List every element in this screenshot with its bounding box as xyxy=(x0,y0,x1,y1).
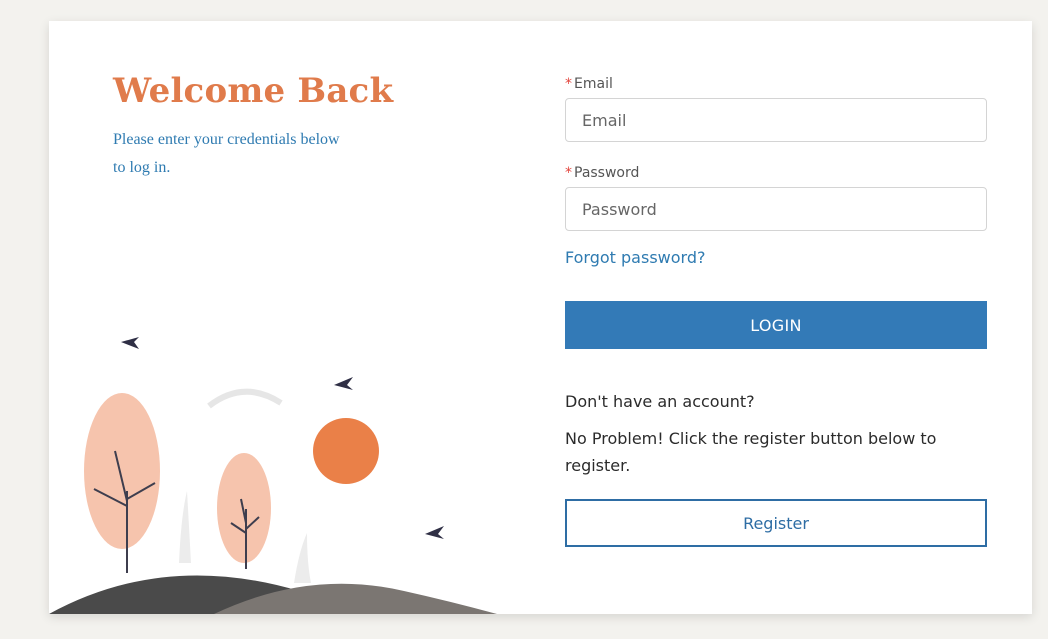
email-label-text: Email xyxy=(574,76,613,92)
forgot-password-link[interactable]: Forgot password? xyxy=(565,248,705,267)
register-hint-text: No Problem! Click the register button be… xyxy=(565,429,937,475)
bird xyxy=(334,377,353,390)
page-subtitle: Please enter your credentials below to l… xyxy=(113,131,340,176)
tree-crown-right xyxy=(217,453,271,563)
register-button[interactable]: Register xyxy=(565,499,987,547)
no-account-text: Don't have an account? xyxy=(565,392,755,411)
login-button[interactable]: LOGIN xyxy=(565,301,987,349)
email-input[interactable] xyxy=(565,98,987,142)
password-label: * Password xyxy=(565,165,639,181)
login-card: Welcome Back Please enter your credentia… xyxy=(49,21,1032,614)
tree-crown-left xyxy=(84,393,160,549)
sun xyxy=(313,418,379,484)
landscape-illustration xyxy=(49,337,497,614)
password-input[interactable] xyxy=(565,187,987,231)
password-label-text: Password xyxy=(574,165,640,181)
grass-tuft xyxy=(179,491,191,563)
bird xyxy=(121,337,139,349)
required-marker: * xyxy=(565,76,572,92)
grass-tuft xyxy=(294,533,311,583)
bird xyxy=(425,526,444,539)
email-label: * Email xyxy=(565,76,613,92)
cloud-arc xyxy=(207,388,283,409)
page-title: Welcome Back xyxy=(113,71,394,111)
required-marker: * xyxy=(565,165,572,181)
